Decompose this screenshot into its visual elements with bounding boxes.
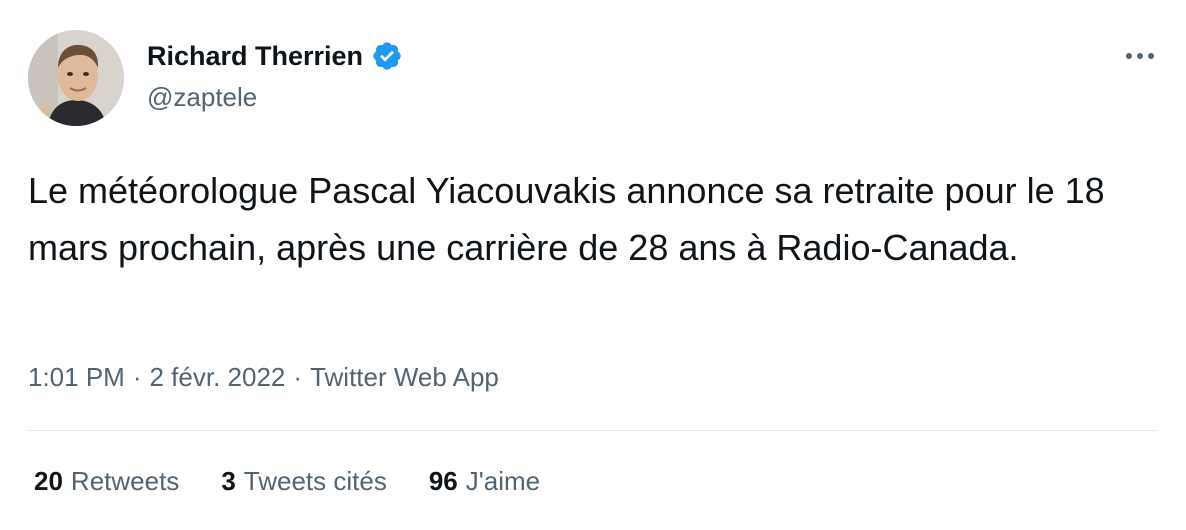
avatar[interactable] [28,30,124,126]
more-options-icon [1126,53,1154,59]
retweets-stat[interactable]: 20 Retweets [34,466,179,497]
likes-count: 96 [428,466,458,496]
quote-tweets-count: 3 [221,466,236,496]
retweets-count: 20 [34,466,63,496]
quote-tweets-label: Tweets cités [243,466,387,496]
tweet-time: 1:01 PM [28,362,125,392]
tweet-text: Le météorologue Pascal Yiacouvakis annon… [28,170,1105,268]
tweet-date: 2 févr. 2022 [149,362,286,392]
stats-divider [28,430,1158,431]
likes-stat[interactable]: 96 J'aime [429,466,540,497]
author-name-row: Richard Therrien [147,38,403,74]
more-options-button[interactable] [1118,42,1162,70]
author-handle[interactable]: @zaptele [147,82,257,113]
verified-badge-icon[interactable] [371,40,403,72]
engagement-stats: 20 Retweets 3 Tweets cités 96 J'aime [34,466,540,497]
tweet-source-link[interactable]: Twitter Web App [310,362,499,392]
profile-photo [28,30,124,126]
meta-separator: · [293,362,303,392]
likes-label: J'aime [465,466,541,496]
author-display-name[interactable]: Richard Therrien [147,41,363,72]
quote-tweets-stat[interactable]: 3 Tweets cités [221,466,387,497]
tweet-time-link[interactable]: 1:01 PM · 2 févr. 2022 [28,362,285,392]
meta-separator: · [132,362,142,392]
tweet-meta: 1:01 PM · 2 févr. 2022 · Twitter Web App [28,362,499,393]
retweets-label: Retweets [70,466,180,496]
